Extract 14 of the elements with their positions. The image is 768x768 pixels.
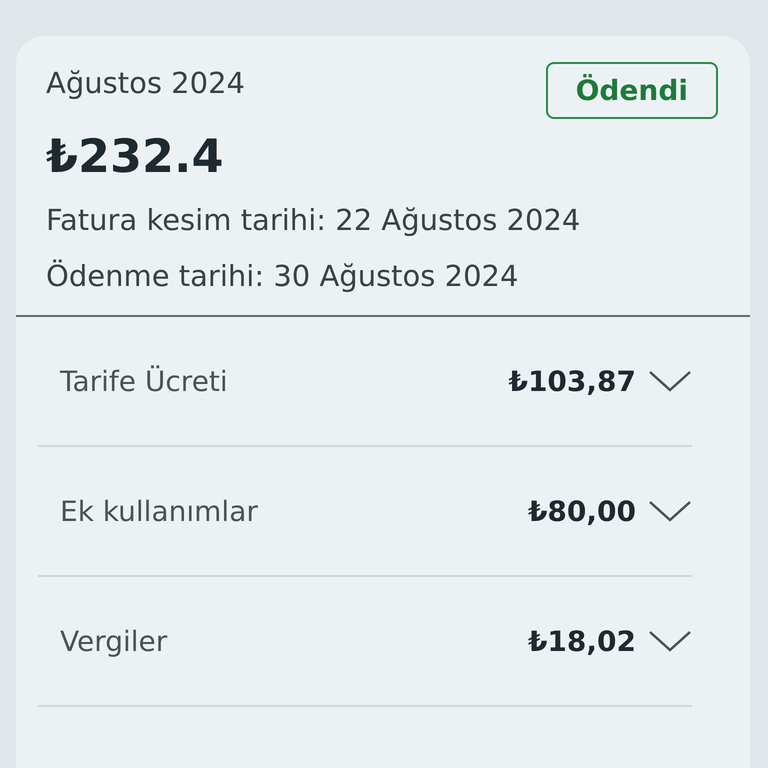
charge-amount: ₺80,00 xyxy=(528,494,636,528)
bill-period: Ağustos 2024 xyxy=(46,66,245,100)
charge-label: Tarife Ücreti xyxy=(58,364,229,398)
bill-total: ₺232.4 xyxy=(46,129,225,183)
charge-label: Ek kullanımlar xyxy=(59,494,259,528)
chevron-icon[interactable] xyxy=(648,629,692,653)
chevron-icon[interactable] xyxy=(648,499,692,523)
bill-date: Fatura kesim tarihi: 22 Ağustos 2024 xyxy=(46,203,582,237)
charge-label: Vergiler xyxy=(59,624,168,658)
chevron-icon[interactable] xyxy=(648,369,692,393)
bill-date: Ödenme tarihi: 30 Ağustos 2024 xyxy=(46,259,520,293)
charge-amount: ₺103,87 xyxy=(508,364,636,398)
charge-amount: ₺18,02 xyxy=(528,624,636,658)
status-badge: Ödendi xyxy=(546,62,718,119)
